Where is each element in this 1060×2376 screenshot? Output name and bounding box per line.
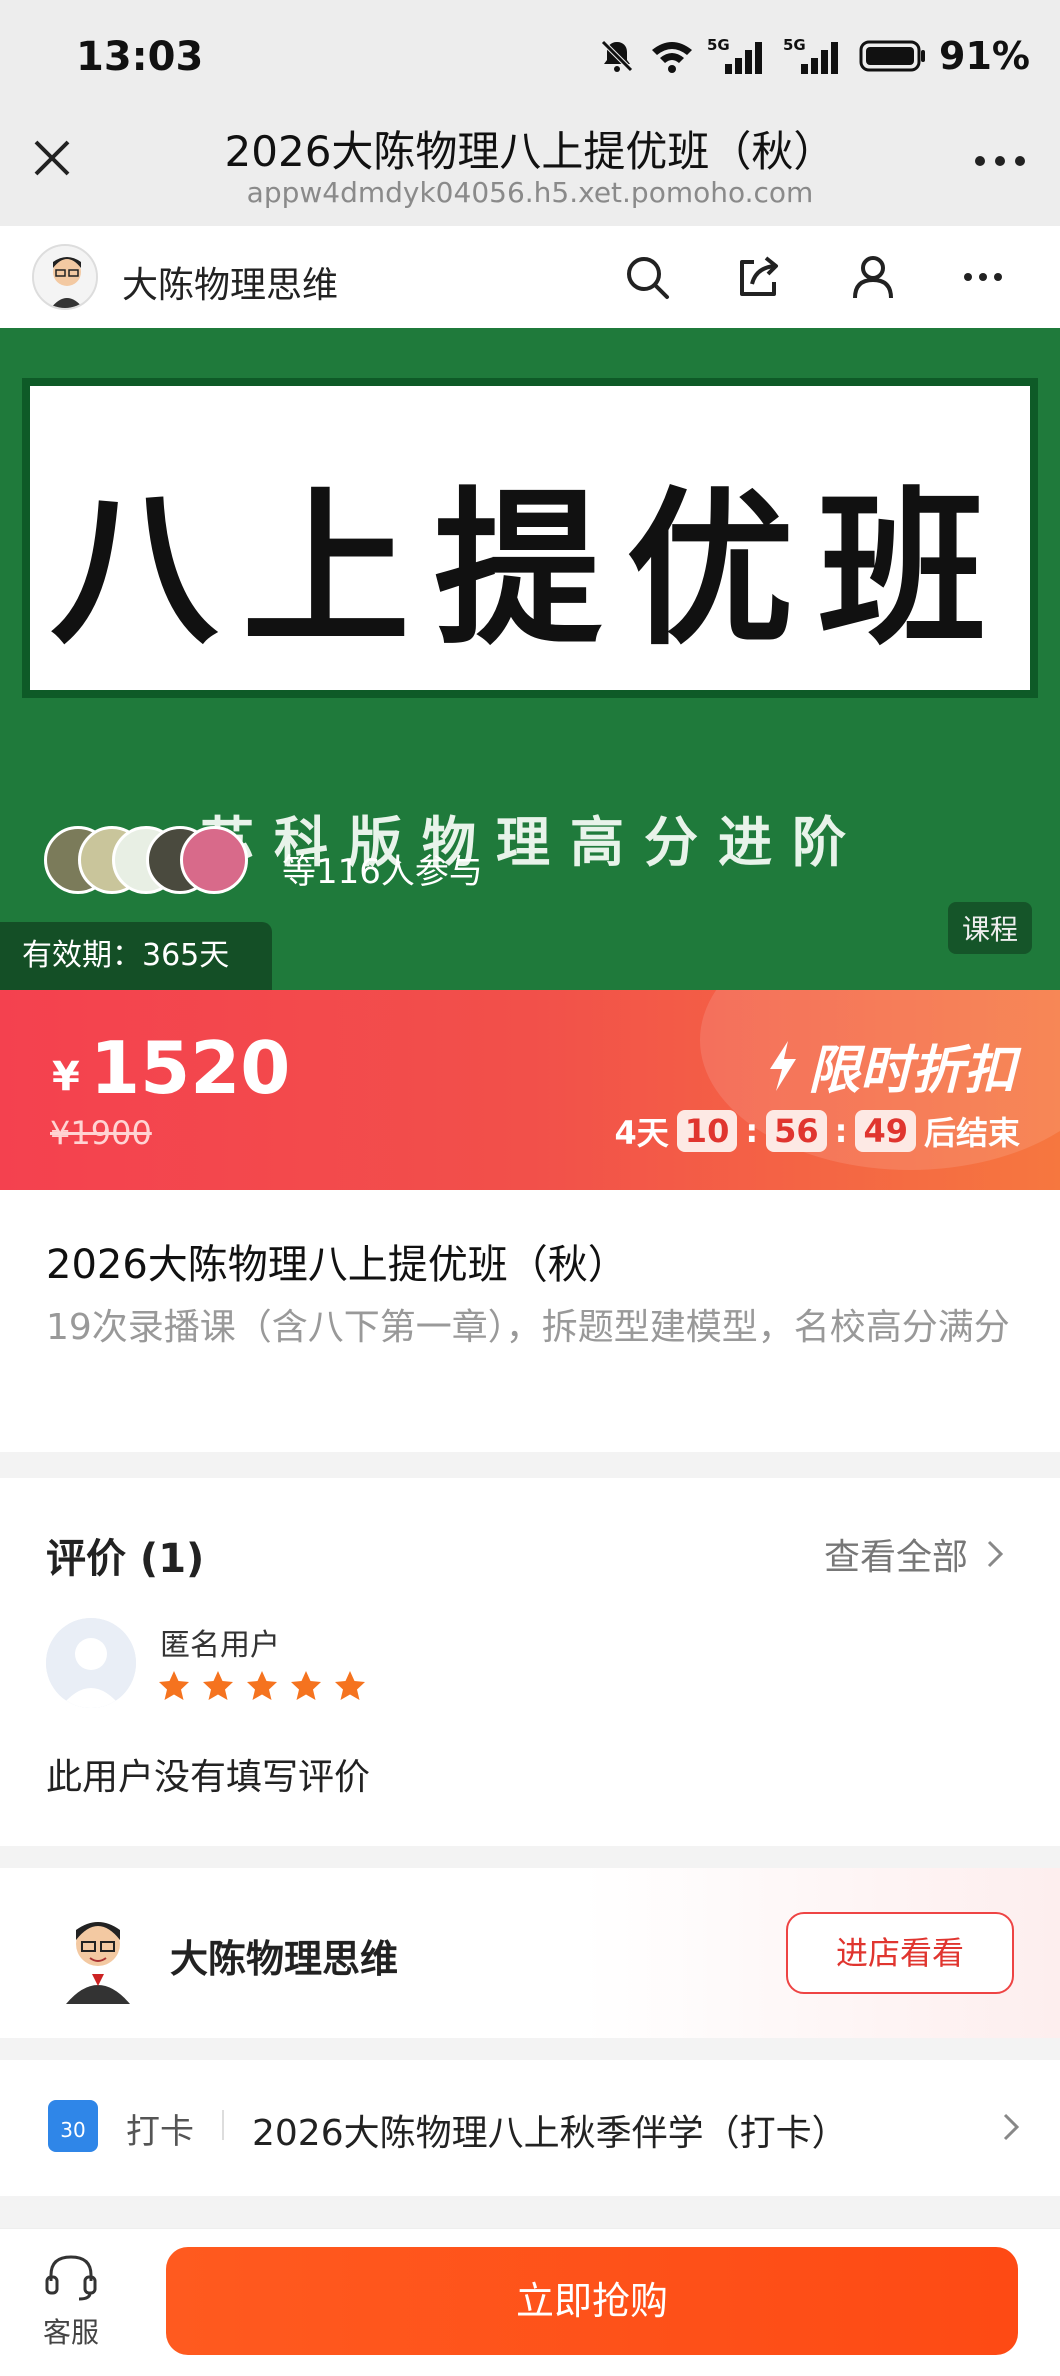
star-icon xyxy=(203,1671,233,1700)
participant-count: 等116人参与 xyxy=(282,852,483,892)
view-all-label: 查看全部 xyxy=(823,1537,968,1578)
banner-title-box: 八上提优班 xyxy=(22,378,1038,698)
validity-badge: 有效期：365天 xyxy=(0,922,272,990)
currency-symbol: ¥ xyxy=(52,1054,80,1100)
chevron-right-icon xyxy=(1003,2113,1020,2141)
divider xyxy=(222,2110,224,2140)
customer-service-button[interactable]: 客服 xyxy=(36,2251,106,2351)
participant-avatar xyxy=(180,826,248,894)
banner-title: 八上提优班 xyxy=(50,470,1010,668)
star-icon xyxy=(291,1671,321,1700)
course-info: 2026大陈物理八上提优班（秋） 19次录播课（含八下第一章），拆题型建模型，名… xyxy=(0,1190,1060,1452)
customer-service-label: 客服 xyxy=(42,2316,99,2349)
signal-label-2: 5G xyxy=(783,36,806,54)
participant-avatars xyxy=(44,826,264,896)
course-type-tag: 课程 xyxy=(947,902,1032,954)
more-dots-icon[interactable] xyxy=(970,146,1030,176)
search-icon[interactable] xyxy=(622,252,672,302)
countdown-minutes: 56 xyxy=(766,1110,827,1152)
shop-card: 大陈物理思维 进店看看 xyxy=(0,1868,1060,2038)
shop-header: 大陈物理思维 xyxy=(0,226,1060,328)
review-text: 此用户没有填写评价 xyxy=(46,1757,371,1798)
countdown-hours: 10 xyxy=(676,1110,738,1152)
share-icon[interactable] xyxy=(734,252,784,302)
headset-icon xyxy=(45,2255,97,2301)
course-title: 2026大陈物理八上提优班（秋） xyxy=(46,1242,628,1288)
wifi-icon xyxy=(652,42,693,73)
buy-now-button[interactable]: 立即抢购 xyxy=(166,2247,1018,2355)
countdown-days: 4天 xyxy=(614,1114,669,1152)
countdown-seconds: 49 xyxy=(855,1110,916,1152)
star-icon xyxy=(247,1671,277,1700)
course-description: 19次录播课（含八下第一章），拆题型建模型，名校高分满分 xyxy=(46,1307,1010,1348)
status-time: 13:03 xyxy=(76,34,204,80)
reviews-title: 评价 (1) xyxy=(46,1536,205,1582)
checkin-title: 2026大陈物理八上秋季伴学（打卡） xyxy=(252,2113,848,2154)
discount-text: 限时折扣 xyxy=(807,1041,1016,1101)
review-rating xyxy=(158,1670,366,1702)
view-all-reviews-link[interactable]: 查看全部 xyxy=(824,1528,1004,1580)
checkin-row[interactable]: 30 打卡 2026大陈物理八上秋季伴学（打卡） xyxy=(0,2060,1060,2196)
status-icons: 5G 5G 91% xyxy=(597,34,1030,78)
more-icon[interactable] xyxy=(958,252,1008,302)
page-title: 2026大陈物理八上提优班（秋） xyxy=(224,127,836,176)
calendar-icon: 30 xyxy=(48,2100,98,2152)
chevron-right-icon xyxy=(987,1540,1004,1568)
reviews-section: 评价 (1) 查看全部 匿名用户 此用户没有填写评价 xyxy=(0,1478,1060,1846)
lightning-icon xyxy=(769,1040,796,1091)
battery-level: 91% xyxy=(939,34,1030,78)
page-url: appw4dmdyk04056.h5.xet.pomoho.com xyxy=(246,176,814,209)
reviewer-name: 匿名用户 xyxy=(160,1628,280,1663)
visit-shop-button[interactable]: 进店看看 xyxy=(786,1912,1014,1994)
mute-bell-icon xyxy=(601,40,633,72)
shop-avatar[interactable] xyxy=(32,244,98,310)
browser-title-bar: 2026大陈物理八上提优班（秋） appw4dmdyk04056.h5.xet.… xyxy=(0,116,1060,226)
close-icon[interactable] xyxy=(30,136,74,180)
star-icon xyxy=(335,1671,365,1700)
countdown-suffix: 后结束 xyxy=(923,1114,1020,1152)
course-banner: 八上提优班 苏科版物理高分进阶 等116人参与 有效期：365天 课程 xyxy=(0,328,1060,990)
teacher-avatar-icon xyxy=(34,246,96,308)
checkin-label: 打卡 xyxy=(126,2112,194,2152)
status-bar: 13:03 5G 5G 91% xyxy=(0,0,1060,116)
price-bar: ¥ 1520 ¥1900 限时折扣 4天 10 : 56 : 49 后结束 xyxy=(0,990,1060,1190)
shop-card-name: 大陈物理思维 xyxy=(170,1937,399,1981)
countdown: 4天 10 : 56 : 49 后结束 xyxy=(615,1108,1020,1154)
shop-name[interactable]: 大陈物理思维 xyxy=(122,256,338,308)
user-icon[interactable] xyxy=(848,252,898,302)
original-price: ¥1900 xyxy=(50,1114,152,1152)
signal-5g-icon: 5G xyxy=(707,36,763,74)
current-price: 1520 xyxy=(90,1026,291,1110)
discount-label: 限时折扣 xyxy=(766,1028,1016,1103)
teacher-cartoon-icon xyxy=(66,1922,130,2004)
bottom-action-bar: 客服 立即抢购 xyxy=(0,2228,1060,2376)
signal-5g-icon-2: 5G xyxy=(783,36,839,74)
reviewer-avatar xyxy=(46,1618,136,1708)
star-icon xyxy=(159,1671,189,1700)
default-user-icon xyxy=(46,1618,136,1708)
battery-icon xyxy=(859,40,926,72)
signal-label-1: 5G xyxy=(707,36,730,54)
